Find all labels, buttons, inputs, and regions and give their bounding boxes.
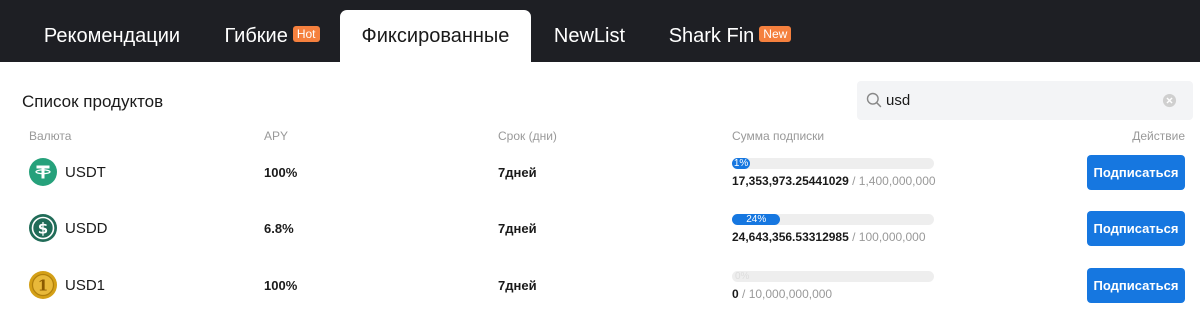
tab-bar: Рекомендации Гибкие Hot Фиксированные Ne… bbox=[0, 0, 1200, 62]
subscribed-amount: 17,353,973.25441029 bbox=[732, 174, 849, 188]
table-row: USDT 100% 7дней 1% 17,353,973.25441029 /… bbox=[0, 155, 1200, 212]
svg-text:$: $ bbox=[38, 220, 48, 238]
subscribe-button[interactable]: Подписаться bbox=[1087, 268, 1185, 303]
term-value: 7дней bbox=[498, 278, 537, 293]
apy-value: 6.8% bbox=[264, 221, 294, 236]
table-row: 1 USD1 100% 7дней 0% 0 / 10,000,000,000 … bbox=[0, 268, 1200, 318]
tab-label: Фиксированные bbox=[361, 24, 510, 47]
coin-name: USDD bbox=[65, 220, 108, 237]
column-header-action: Действие bbox=[1132, 129, 1185, 143]
progress-label: 1% bbox=[733, 158, 749, 169]
progress-label: 24% bbox=[746, 214, 767, 225]
tab-shark-fin[interactable]: Shark Fin New bbox=[660, 10, 800, 62]
subscribe-button[interactable]: Подписаться bbox=[1087, 155, 1185, 190]
tab-recommendations[interactable]: Рекомендации bbox=[24, 10, 200, 62]
term-value: 7дней bbox=[498, 165, 537, 180]
progress-label: 0% bbox=[735, 271, 750, 282]
search-icon bbox=[866, 92, 882, 108]
progress-bar: 1% bbox=[732, 158, 934, 169]
column-header-subscription: Сумма подписки bbox=[732, 129, 825, 143]
apy-value: 100% bbox=[264, 165, 298, 180]
tab-label: Рекомендации bbox=[43, 24, 181, 47]
subscribed-amount: 24,643,356.53312985 bbox=[732, 230, 849, 244]
search-input[interactable] bbox=[886, 81, 1156, 120]
column-header-apy: APY bbox=[264, 129, 289, 143]
tab-label: Гибкие bbox=[224, 24, 288, 47]
coin-name: USDT bbox=[65, 164, 106, 181]
search-box bbox=[857, 81, 1193, 120]
tab-label: NewList bbox=[553, 24, 626, 47]
tab-newlist[interactable]: NewList bbox=[543, 10, 636, 62]
total-amount: / 10,000,000,000 bbox=[738, 287, 833, 301]
clear-icon[interactable] bbox=[1162, 93, 1177, 108]
hot-badge: Hot bbox=[292, 26, 320, 42]
total-amount: / 1,400,000,000 bbox=[848, 174, 936, 188]
table-row: $ USDD 6.8% 7дней 24% 24,643,356.5331298… bbox=[0, 211, 1200, 268]
tether-icon bbox=[29, 158, 57, 186]
column-header-currency: Валюта bbox=[29, 129, 72, 143]
usd1-icon: 1 bbox=[29, 271, 57, 299]
subscribed-amount: 0 bbox=[732, 287, 739, 301]
column-header-term: Срок (дни) bbox=[498, 129, 557, 143]
new-badge: New bbox=[759, 26, 792, 42]
term-value: 7дней bbox=[498, 221, 537, 236]
apy-value: 100% bbox=[264, 278, 298, 293]
total-amount: / 100,000,000 bbox=[848, 230, 926, 244]
tab-label: Shark Fin bbox=[668, 24, 755, 47]
subscription-amount: 24,643,356.53312985 / 100,000,000 bbox=[732, 230, 926, 244]
progress-bar: 0% bbox=[732, 271, 934, 282]
svg-text:1: 1 bbox=[38, 277, 48, 295]
tab-flexible[interactable]: Гибкие Hot bbox=[214, 10, 330, 62]
tab-fixed[interactable]: Фиксированные bbox=[340, 10, 531, 62]
section-title: Список продуктов bbox=[22, 92, 164, 111]
coin-name: USD1 bbox=[65, 277, 106, 294]
subscription-amount: 17,353,973.25441029 / 1,400,000,000 bbox=[732, 174, 936, 188]
subscription-amount: 0 / 10,000,000,000 bbox=[732, 287, 832, 301]
progress-bar: 24% bbox=[732, 214, 934, 225]
usdd-icon: $ bbox=[29, 214, 57, 242]
subscribe-button[interactable]: Подписаться bbox=[1087, 211, 1185, 246]
